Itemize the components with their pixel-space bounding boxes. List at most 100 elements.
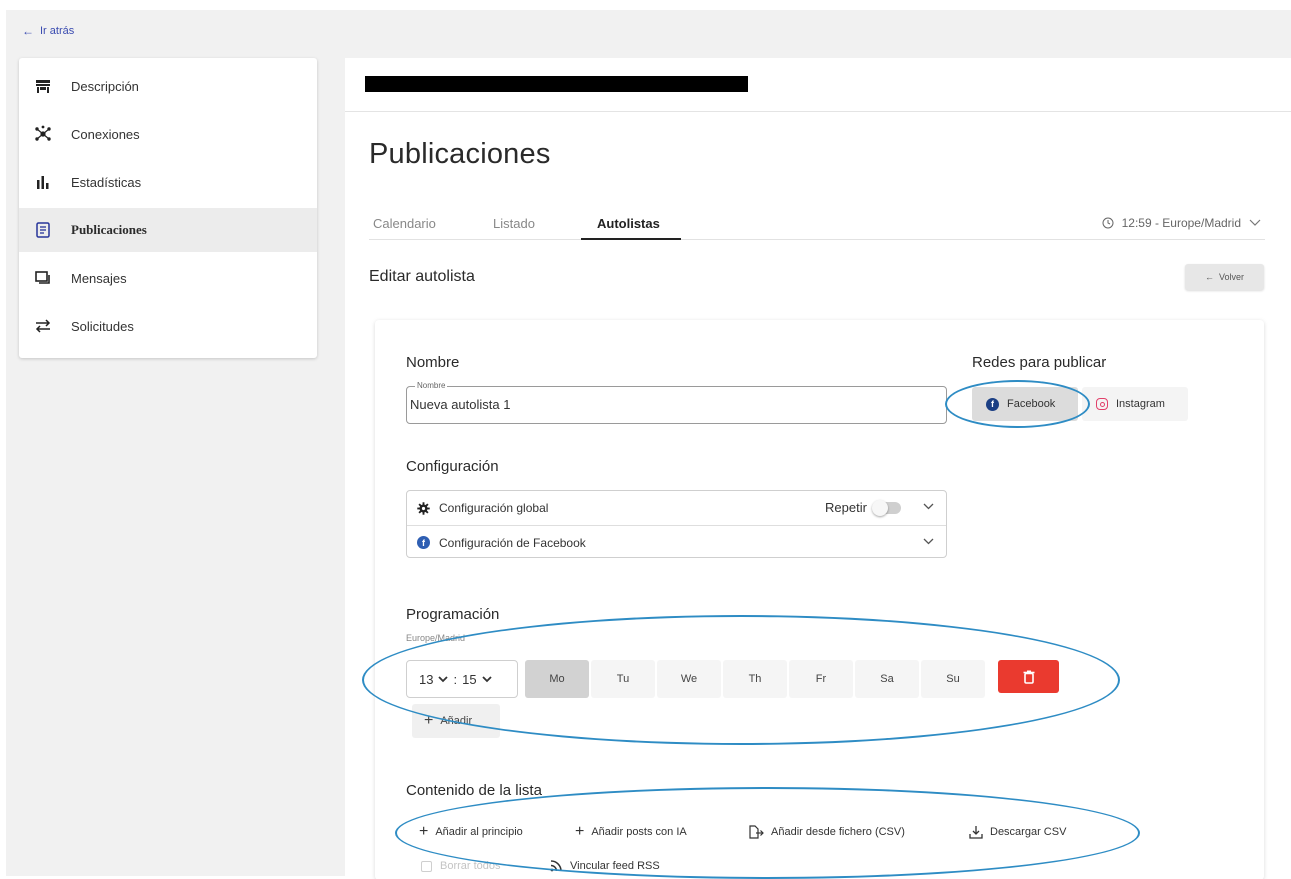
network-label: Instagram bbox=[1116, 398, 1165, 410]
tab-listado[interactable]: Listado bbox=[493, 216, 535, 231]
day-toggle-su[interactable]: Su bbox=[921, 660, 985, 698]
rss-icon bbox=[550, 860, 562, 872]
plus-icon: + bbox=[575, 823, 585, 840]
swap-icon bbox=[33, 316, 53, 336]
sidebar-item-label: Publicaciones bbox=[71, 222, 147, 237]
time-select: 13 : 15 bbox=[406, 660, 518, 698]
sidebar: Descripción Conexiones Estadísticas Publ… bbox=[19, 58, 317, 358]
instagram-icon bbox=[1096, 398, 1108, 410]
network-icon bbox=[33, 124, 53, 144]
day-toggle-we[interactable]: We bbox=[657, 660, 721, 698]
day-toggle-tu[interactable]: Tu bbox=[591, 660, 655, 698]
plus-icon: + bbox=[419, 823, 429, 840]
tab-autolistas[interactable]: Autolistas bbox=[597, 216, 660, 231]
back-link-label: Ir atrás bbox=[40, 25, 75, 37]
config-row-label: Configuración global bbox=[439, 501, 549, 515]
sidebar-item-label: Descripción bbox=[71, 78, 139, 94]
chevron-down-icon bbox=[481, 675, 492, 682]
bar-chart-icon bbox=[33, 172, 53, 192]
download-icon bbox=[969, 826, 983, 839]
chevron-down-icon[interactable] bbox=[923, 536, 934, 548]
action-label: Añadir al principio bbox=[435, 826, 523, 838]
action-label: Añadir desde fichero (CSV) bbox=[771, 826, 905, 838]
volver-button[interactable]: ← Volver bbox=[1185, 264, 1264, 290]
day-toggle-mo[interactable]: Mo bbox=[525, 660, 589, 698]
config-global-row[interactable]: Configuración global Repetir bbox=[407, 491, 946, 525]
sidebar-item-label: Conexiones bbox=[71, 126, 140, 142]
trash-icon bbox=[1023, 670, 1034, 684]
active-tab-indicator bbox=[581, 238, 681, 240]
select-all-control[interactable]: Borrar todos bbox=[421, 854, 501, 878]
sidebar-item-conexiones[interactable]: Conexiones bbox=[19, 110, 317, 158]
day-toggle-fr[interactable]: Fr bbox=[789, 660, 853, 698]
chevron-down-icon bbox=[438, 675, 449, 682]
timezone-label: 12:59 - Europe/Madrid bbox=[1121, 216, 1241, 230]
select-all-checkbox[interactable] bbox=[421, 860, 432, 872]
name-input[interactable] bbox=[408, 397, 938, 412]
select-all-label: Borrar todos bbox=[440, 860, 501, 872]
sidebar-item-label: Mensajes bbox=[71, 270, 127, 286]
day-toggle-th[interactable]: Th bbox=[723, 660, 787, 698]
sidebar-item-mensajes[interactable]: Mensajes bbox=[19, 254, 317, 302]
back-link[interactable]: ← Ir atrás bbox=[22, 24, 74, 38]
time-separator: : bbox=[453, 671, 458, 687]
name-section-title: Nombre bbox=[406, 354, 460, 371]
content-section-title: Contenido de la lista bbox=[406, 782, 542, 799]
sidebar-item-publicaciones[interactable]: Publicaciones bbox=[19, 208, 317, 252]
chevron-down-icon[interactable] bbox=[923, 501, 934, 513]
edit-autolist-title: Editar autolista bbox=[369, 268, 475, 285]
arrow-left-icon: ← bbox=[22, 24, 34, 38]
config-section-title: Configuración bbox=[406, 458, 499, 475]
sidebar-item-estadisticas[interactable]: Estadísticas bbox=[19, 158, 317, 206]
minute-select[interactable]: 15 bbox=[462, 672, 476, 687]
config-accordion: Configuración global Repetir f Configura… bbox=[406, 490, 947, 558]
action-label: Añadir posts con IA bbox=[591, 826, 687, 838]
arrow-left-icon: ← bbox=[1204, 272, 1214, 282]
chat-icon bbox=[33, 268, 53, 288]
redacted-title bbox=[365, 76, 748, 92]
add-schedule-button[interactable]: + Añadir bbox=[412, 704, 500, 738]
repeat-toggle[interactable] bbox=[871, 499, 901, 516]
timezone-selector[interactable]: 12:59 - Europe/Madrid bbox=[1102, 216, 1261, 230]
tabs: Calendario Listado Autolistas 12:59 - Eu… bbox=[369, 210, 1265, 240]
plus-icon: + bbox=[424, 712, 434, 729]
file-import-icon bbox=[749, 825, 764, 839]
networks-section-title: Redes para publicar bbox=[972, 354, 1107, 371]
sidebar-item-solicitudes[interactable]: Solicitudes bbox=[19, 302, 317, 350]
sidebar-item-label: Estadísticas bbox=[71, 174, 142, 190]
download-csv-button[interactable]: Descargar CSV bbox=[969, 820, 1066, 844]
gear-icon bbox=[417, 501, 430, 515]
link-rss-button[interactable]: Vincular feed RSS bbox=[550, 854, 660, 878]
network-label: Facebook bbox=[1007, 398, 1056, 410]
action-label: Descargar CSV bbox=[990, 826, 1067, 838]
delete-schedule-button[interactable] bbox=[998, 660, 1059, 693]
tab-calendario[interactable]: Calendario bbox=[373, 216, 436, 231]
schedule-section-title: Programación bbox=[406, 606, 500, 623]
name-field[interactable]: Nombre bbox=[406, 381, 947, 424]
add-ai-posts-button[interactable]: + Añadir posts con IA bbox=[575, 820, 687, 844]
repeat-control: Repetir bbox=[825, 499, 901, 516]
document-icon bbox=[33, 220, 53, 240]
config-row-label: Configuración de Facebook bbox=[439, 535, 586, 550]
rss-label: Vincular feed RSS bbox=[570, 860, 660, 872]
volver-label: Volver bbox=[1218, 272, 1244, 282]
add-at-start-button[interactable]: + Añadir al principio bbox=[419, 820, 523, 844]
sidebar-item-label: Solicitudes bbox=[71, 318, 134, 334]
autolist-form-card: Nombre Nombre Redes para publicar f Face… bbox=[375, 320, 1264, 879]
chevron-down-icon bbox=[1249, 219, 1261, 226]
sidebar-item-descripcion[interactable]: Descripción bbox=[19, 62, 317, 110]
config-facebook-row[interactable]: f Configuración de Facebook bbox=[407, 525, 946, 559]
day-toggle-sa[interactable]: Sa bbox=[855, 660, 919, 698]
repeat-label: Repetir bbox=[825, 500, 867, 515]
instagram-network-button[interactable]: Instagram bbox=[1082, 387, 1188, 421]
facebook-icon: f bbox=[417, 536, 430, 549]
facebook-icon: f bbox=[986, 397, 999, 411]
main-header bbox=[345, 58, 1291, 112]
add-label: Añadir bbox=[440, 715, 473, 727]
clock-icon bbox=[1102, 217, 1114, 229]
page-title: Publicaciones bbox=[369, 138, 551, 170]
facebook-network-button[interactable]: f Facebook bbox=[972, 387, 1078, 421]
hour-select[interactable]: 13 bbox=[419, 672, 433, 687]
add-from-csv-button[interactable]: Añadir desde fichero (CSV) bbox=[748, 820, 905, 844]
main-panel: Publicaciones Calendario Listado Autolis… bbox=[345, 58, 1291, 879]
